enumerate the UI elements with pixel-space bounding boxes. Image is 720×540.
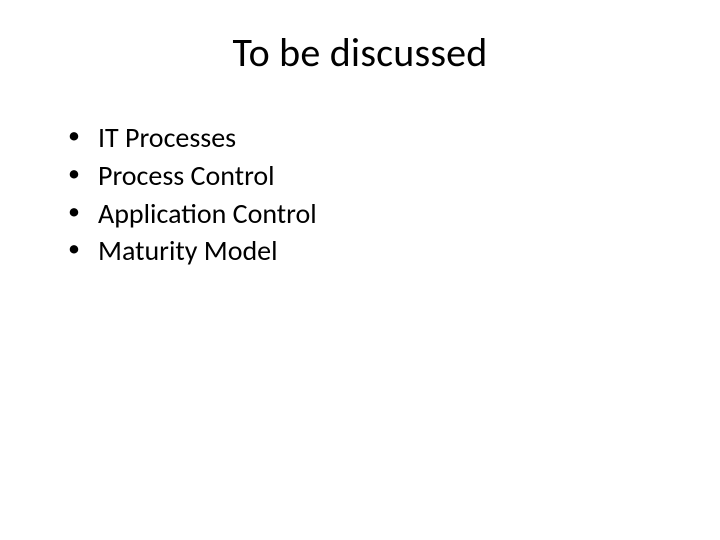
list-item: IT Processes	[68, 119, 670, 157]
list-item: Process Control	[68, 157, 670, 195]
list-item: Maturity Model	[68, 232, 670, 270]
bullet-list: IT Processes Process Control Application…	[50, 119, 670, 270]
slide-title: To be discussed	[50, 28, 670, 77]
slide: To be discussed IT Processes Process Con…	[0, 0, 720, 540]
list-item: Application Control	[68, 195, 670, 233]
